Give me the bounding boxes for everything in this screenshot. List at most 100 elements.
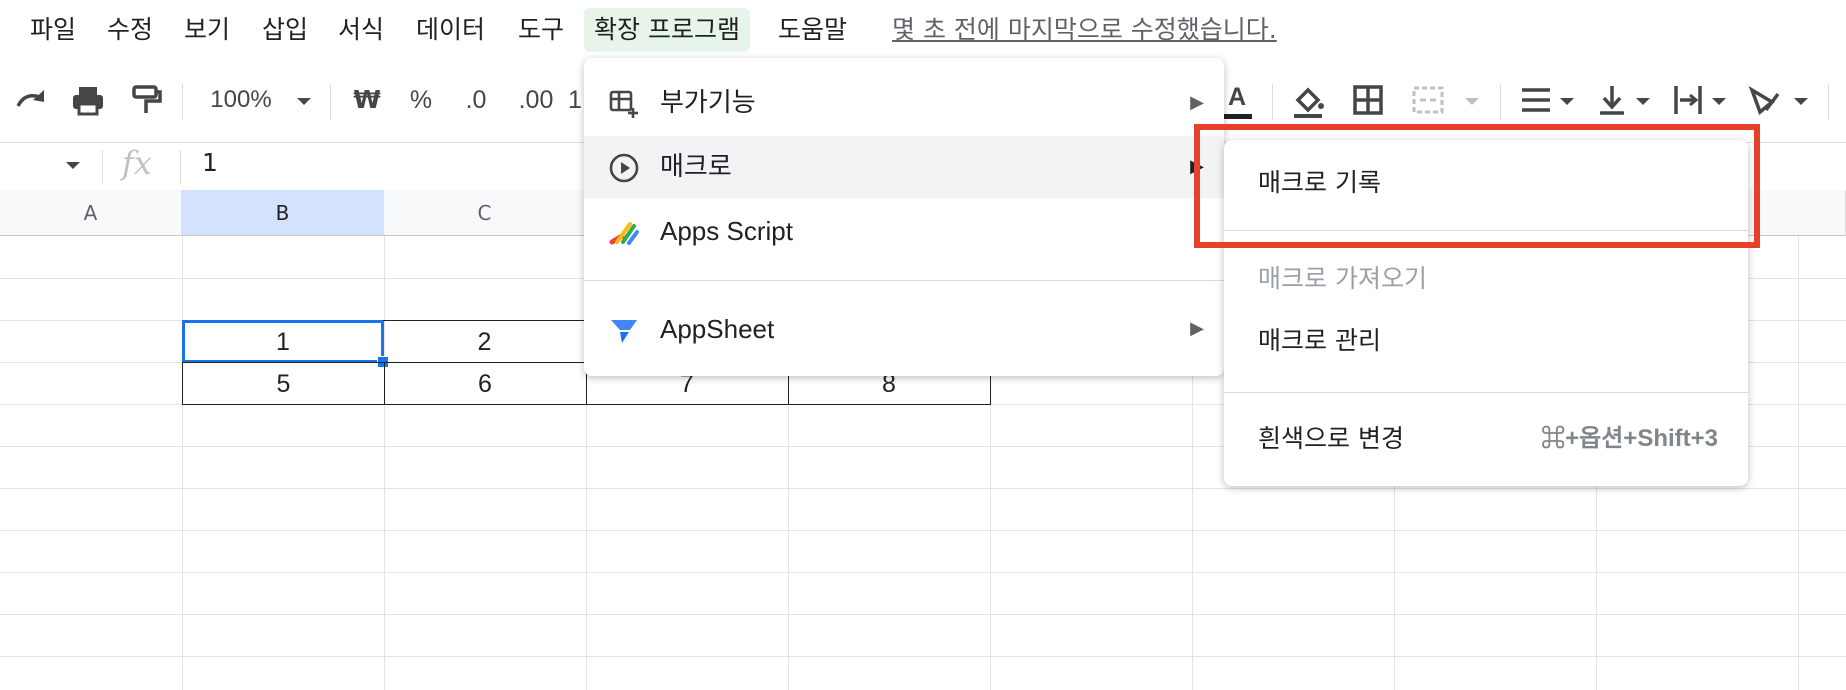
print-button[interactable] — [70, 80, 106, 120]
extensions-menu-panel: 부가기능 ▶ 매크로 ▶ Apps Script AppSheet ▶ — [584, 58, 1224, 376]
chevron-down-icon — [1794, 98, 1808, 105]
menu-data[interactable]: 데이터 — [406, 8, 495, 52]
menu-item-addons[interactable]: 부가기능 ▶ — [584, 72, 1224, 134]
column-header-b[interactable]: B — [182, 190, 384, 236]
menu-item-apps-script[interactable]: Apps Script — [584, 200, 1224, 262]
chevron-down-icon — [1560, 98, 1574, 105]
redo-button[interactable] — [14, 80, 50, 120]
chevron-down-icon — [297, 98, 311, 105]
more-formats-button[interactable]: 1 — [566, 80, 584, 120]
redo-icon — [16, 90, 44, 107]
menu-item-macros[interactable]: 매크로 ▶ — [584, 136, 1224, 198]
decrease-decimal-button[interactable]: .0 — [456, 80, 496, 120]
toolbar-divider — [1272, 84, 1273, 120]
chevron-down-icon — [66, 162, 80, 169]
horizontal-align-button[interactable] — [1518, 80, 1554, 120]
borders-icon — [1353, 85, 1383, 115]
halign-dropdown-arrow[interactable] — [1556, 80, 1578, 120]
text-rotation-icon — [1748, 85, 1780, 115]
text-wrap-button[interactable] — [1670, 80, 1706, 120]
borders-button[interactable] — [1350, 80, 1386, 120]
formula-input[interactable]: 1 — [202, 148, 218, 177]
align-bottom-icon — [1600, 86, 1624, 115]
text-rotation-button[interactable] — [1746, 80, 1782, 120]
manage-macros-label: 매크로 관리 — [1258, 326, 1381, 355]
saved-macro-item[interactable]: 흰색으로 변경 ⌘+옵션+Shift+3 — [1224, 408, 1748, 470]
menu-extensions[interactable]: 확장 프로그램 — [584, 8, 750, 52]
menu-edit[interactable]: 수정 — [97, 8, 163, 52]
fill-color-button[interactable] — [1290, 80, 1326, 120]
menu-view[interactable]: 보기 — [174, 8, 240, 52]
paint-format-button[interactable] — [128, 80, 164, 120]
vertical-align-button[interactable] — [1594, 80, 1630, 120]
fx-icon: fx — [122, 144, 152, 182]
menu-bar: 파일 수정 보기 삽입 서식 데이터 도구 확장 프로그램 도움말 몇 초 전에… — [0, 0, 1846, 61]
menu-divider — [1224, 392, 1748, 393]
align-left-icon — [1522, 88, 1550, 112]
column-header-c[interactable]: C — [384, 190, 586, 236]
highlight-box — [1194, 124, 1760, 248]
valign-dropdown-arrow[interactable] — [1632, 80, 1654, 120]
menu-tools[interactable]: 도구 — [508, 8, 574, 52]
print-icon — [73, 87, 103, 116]
merge-cells-button[interactable] — [1410, 80, 1446, 120]
toolbar-divider — [1828, 84, 1829, 120]
appsheet-icon — [611, 320, 637, 343]
toolbar-divider — [1500, 84, 1501, 120]
formula-divider — [102, 150, 103, 184]
increase-decimal-label: .00 — [518, 86, 554, 114]
menu-item-label: 부가기능 — [660, 88, 756, 118]
saved-macro-label: 흰색으로 변경 — [1258, 424, 1404, 453]
import-macro-item: 매크로 가져오기 — [1224, 248, 1748, 310]
menu-item-appsheet[interactable]: AppSheet ▶ — [584, 298, 1224, 360]
chevron-down-icon — [1712, 98, 1726, 105]
decrease-decimal-label: .0 — [465, 86, 487, 114]
wrap-dropdown-arrow[interactable] — [1708, 80, 1730, 120]
formula-divider — [180, 150, 181, 184]
menu-divider — [584, 280, 1224, 281]
increase-decimal-button[interactable]: .00 — [512, 80, 560, 120]
text-color-button[interactable]: A — [1222, 80, 1252, 119]
column-line — [182, 236, 183, 690]
menu-help[interactable]: 도움말 — [768, 8, 857, 52]
zoom-select[interactable]: 100% — [204, 80, 278, 120]
chevron-down-icon — [1465, 98, 1479, 105]
merge-dropdown-arrow[interactable] — [1460, 80, 1484, 120]
column-header-a[interactable]: A — [0, 190, 182, 236]
text-wrap-icon — [1674, 86, 1702, 114]
zoom-dropdown-arrow[interactable] — [292, 80, 316, 120]
toolbar-divider — [330, 84, 331, 120]
currency-format-button[interactable]: ₩ — [352, 80, 382, 120]
menu-insert[interactable]: 삽입 — [252, 8, 318, 52]
import-macro-label: 매크로 가져오기 — [1258, 264, 1427, 293]
manage-macros-item[interactable]: 매크로 관리 — [1224, 310, 1748, 372]
rotation-dropdown-arrow[interactable] — [1790, 80, 1812, 120]
paint-format-icon — [132, 85, 162, 113]
last-edit-link[interactable]: 몇 초 전에 마지막으로 수정했습니다. — [892, 8, 1277, 52]
merge-cells-icon — [1412, 86, 1444, 114]
cell-b4[interactable]: 5 — [182, 362, 385, 405]
column-line — [384, 236, 385, 690]
percent-format-button[interactable]: % — [406, 80, 436, 120]
cell-b3[interactable]: 1 — [182, 320, 384, 363]
paint-bucket-icon — [1294, 87, 1324, 118]
cell-c3[interactable]: 2 — [383, 320, 587, 363]
play-circle-icon — [609, 153, 639, 183]
menu-file[interactable]: 파일 — [20, 8, 86, 52]
menu-item-label: Apps Script — [660, 216, 793, 246]
chevron-down-icon — [1636, 98, 1650, 105]
saved-macro-shortcut: ⌘+옵션+Shift+3 — [1541, 425, 1718, 452]
row-line — [0, 656, 1846, 657]
row-line — [0, 572, 1846, 573]
row-line — [0, 530, 1846, 531]
submenu-arrow-icon: ▶ — [1190, 318, 1204, 339]
column-line — [1798, 236, 1799, 690]
apps-script-icon — [609, 222, 639, 245]
menu-format[interactable]: 서식 — [328, 8, 394, 52]
name-box-dropdown[interactable] — [62, 156, 84, 180]
row-line — [0, 488, 1846, 489]
toolbar-divider — [182, 84, 183, 120]
cell-c4[interactable]: 6 — [384, 362, 587, 405]
row-line — [0, 614, 1846, 615]
addon-icon — [609, 90, 638, 118]
